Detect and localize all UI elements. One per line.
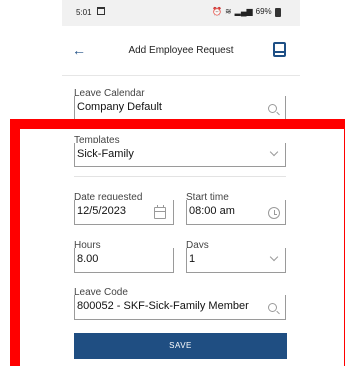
search-icon[interactable] (268, 104, 277, 113)
battery-icon (274, 7, 281, 17)
app-bar: ← Add Employee Request (62, 26, 300, 76)
save-button[interactable]: SAVE (74, 333, 287, 359)
leave-code-value: 800052 - SKF-Sick-Family Member (77, 300, 249, 312)
battery-percent: 69% (255, 7, 272, 16)
hours-value: 8.00 (77, 253, 99, 265)
leave-code-field[interactable]: Leave Code 800052 - SKF-Sick-Family Memb… (74, 282, 286, 320)
hours-field[interactable]: Hours 8.00 (74, 235, 174, 273)
signal-icon: ▂▄▆ (234, 7, 253, 16)
templates-value: Sick-Family (77, 148, 134, 160)
divider (74, 176, 286, 177)
status-bar: 5:01 ⏰ ≋ ▂▄▆ 69% (62, 0, 300, 26)
phone-screen: 5:01 ⏰ ≋ ▂▄▆ 69% ← Add Employee Request … (62, 0, 300, 366)
alarm-icon: ⏰ (212, 7, 222, 16)
leave-calendar-value: Company Default (77, 101, 162, 113)
date-requested-value: 12/5/2023 (77, 205, 126, 217)
start-time-field[interactable]: Start time 08:00 am (186, 187, 286, 225)
templates-field[interactable]: Templates Sick-Family (74, 130, 286, 167)
leave-calendar-field[interactable]: Leave Calendar Company Default (74, 83, 286, 121)
days-field[interactable]: Days 1 (186, 235, 286, 273)
calendar-notification-icon (97, 7, 105, 15)
status-time: 5:01 (76, 8, 92, 17)
book-icon[interactable] (273, 42, 286, 57)
search-icon[interactable] (268, 303, 277, 312)
start-time-value: 08:00 am (189, 205, 235, 217)
page-title: Add Employee Request (128, 45, 234, 56)
date-requested-field[interactable]: Date requested 12/5/2023 (74, 187, 174, 225)
wifi-icon: ≋ (224, 7, 232, 16)
calendar-icon[interactable] (154, 205, 166, 219)
days-value: 1 (189, 253, 196, 265)
clock-icon[interactable] (268, 207, 280, 219)
